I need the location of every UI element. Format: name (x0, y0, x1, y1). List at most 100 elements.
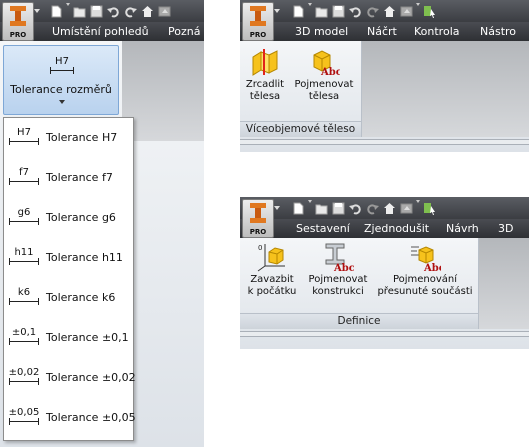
ribbon-tabs: 3D model Náčrt Kontrola Nástro (240, 22, 529, 41)
menu-item-pm01[interactable]: ±0,1 Tolerance ±0,1 (4, 318, 133, 358)
name-bodies-label-2: tělesa (308, 91, 340, 102)
update-icon[interactable] (156, 3, 173, 20)
quick-access-toolbar (48, 3, 173, 20)
new-file-icon[interactable] (290, 200, 307, 217)
select-icon[interactable] (421, 3, 438, 20)
redo-icon[interactable] (122, 3, 139, 20)
update-icon[interactable] (398, 200, 415, 217)
menu-item-g6[interactable]: g6 Tolerance g6 (4, 198, 133, 238)
tab-nastroje[interactable]: Nástro (480, 22, 516, 41)
tolerance-pm002-icon: ±0,02 (8, 367, 40, 387)
select-icon[interactable] (421, 200, 438, 217)
ribbon-body: Zrcadlit tělesa Abc Pojmenovat tělesa Ví… (240, 41, 529, 152)
name-structure-label-2: konstrukci (312, 286, 364, 297)
menu-item-label: Tolerance f7 (46, 171, 113, 184)
name-structure-button[interactable]: Abc Pojmenovat konstrukci (306, 242, 370, 298)
menu-item-pm005[interactable]: ±0,05 Tolerance ±0,05 (4, 398, 136, 438)
redo-icon[interactable] (364, 200, 381, 217)
tolerance-icon-text: H7 (55, 56, 69, 67)
tolerance-pm01-icon: ±0,1 (8, 327, 40, 347)
ribbon-empty-area (362, 41, 529, 137)
logo-label: PRO (249, 31, 267, 39)
menu-item-pm002[interactable]: ±0,02 Tolerance ±0,02 (4, 358, 136, 398)
quick-access-toolbar (290, 3, 438, 20)
update-icon[interactable] (398, 3, 415, 20)
chevron-down-icon[interactable] (308, 3, 312, 6)
mirror-bodies-icon (252, 49, 278, 76)
ribbon-tabs: Sestavení Zjednodušit Návrh 3D (240, 219, 529, 238)
open-folder-icon[interactable] (71, 3, 88, 20)
app-logo-icon (10, 6, 26, 26)
svg-text:0: 0 (258, 244, 262, 252)
mirror-bodies-label-1: Zrcadlit (245, 79, 285, 90)
tab-umisteni-pohledu[interactable]: Umístění pohledů (52, 22, 149, 41)
name-moved-parts-button[interactable]: Abc Pojmenování přesunuté součásti (373, 242, 477, 298)
tolerance-icon: H7 (49, 56, 75, 74)
undo-icon[interactable] (105, 3, 122, 20)
mirror-bodies-label-2: tělesa (249, 91, 281, 102)
chevron-down-icon (59, 100, 65, 104)
save-icon[interactable] (88, 3, 105, 20)
tolerance-button-label: Tolerance rozměrů (10, 83, 112, 96)
tolerance-h7-icon: H7 (8, 127, 40, 147)
home-icon[interactable] (381, 200, 398, 217)
group-label-multibody: Víceobjemové těleso (240, 121, 361, 137)
app-menu-arrow-icon[interactable] (34, 9, 40, 13)
name-moved-parts-icon: Abc (411, 246, 441, 272)
app-logo-button[interactable]: PRO (2, 2, 34, 41)
app-menu-arrow-icon[interactable] (274, 9, 280, 13)
app-logo-button[interactable]: PRO (242, 2, 274, 41)
mirror-bodies-button[interactable]: Zrcadlit tělesa (242, 47, 288, 103)
home-icon[interactable] (139, 3, 156, 20)
new-file-icon[interactable] (290, 3, 307, 20)
menu-item-label: Tolerance H7 (46, 131, 118, 144)
tolerance-button[interactable]: H7 Tolerance rozměrů (3, 45, 119, 115)
tolerance-dropdown-menu: H7 Tolerance H7 f7 Tolerance f7 g6 Toler… (3, 117, 136, 441)
name-structure-icon: Abc (325, 243, 354, 272)
logo-label: PRO (9, 31, 27, 39)
new-file-icon[interactable] (48, 3, 65, 20)
app-logo-button[interactable]: PRO (242, 199, 274, 238)
tab-3d-model[interactable]: 3D model (295, 22, 348, 41)
constrain-to-origin-button[interactable]: 0 Zavazbit k počátku (242, 242, 302, 298)
menu-item-label: Tolerance g6 (46, 211, 116, 224)
menu-item-f7[interactable]: f7 Tolerance f7 (4, 158, 133, 198)
tab-sestaveni[interactable]: Sestavení (296, 219, 350, 238)
save-icon[interactable] (330, 3, 347, 20)
app-logo-icon (250, 6, 266, 26)
svg-text:Abc: Abc (333, 263, 354, 272)
tab-navrh[interactable]: Návrh (446, 219, 479, 238)
menu-item-label: Tolerance ±0,05 (46, 411, 136, 424)
menu-item-label: Tolerance ±0,02 (46, 371, 136, 384)
menu-item-label: Tolerance k6 (46, 291, 116, 304)
chevron-down-icon[interactable] (308, 200, 312, 203)
save-icon[interactable] (330, 200, 347, 217)
home-icon[interactable] (381, 3, 398, 20)
ribbon-bottom-edge (240, 331, 529, 337)
app-menu-arrow-icon[interactable] (274, 206, 280, 210)
tab-zjednodusit[interactable]: Zjednodušit (364, 219, 429, 238)
chevron-down-icon[interactable] (416, 200, 420, 203)
constrain-origin-icon: 0 (257, 244, 285, 272)
chevron-down-icon[interactable] (66, 3, 70, 6)
redo-icon[interactable] (364, 3, 381, 20)
menu-item-h7[interactable]: H7 Tolerance H7 (4, 118, 133, 158)
tab-nacrt[interactable]: Náčrt (367, 22, 397, 41)
menu-item-k6[interactable]: k6 Tolerance k6 (4, 278, 133, 318)
open-folder-icon[interactable] (313, 3, 330, 20)
open-folder-icon[interactable] (313, 200, 330, 217)
tab-3d[interactable]: 3D (498, 219, 513, 238)
panel-multibody: 3D model Náčrt Kontrola Nástro PRO Zrcad… (240, 0, 529, 152)
undo-icon[interactable] (347, 200, 364, 217)
tab-kontrola[interactable]: Kontrola (414, 22, 460, 41)
panel-definition: Sestavení Zjednodušit Návrh 3D PRO 0 Zav… (240, 197, 529, 349)
menu-item-h11[interactable]: h11 Tolerance h11 (4, 238, 133, 278)
svg-text:Abc: Abc (423, 263, 441, 272)
tab-poznamky[interactable]: Pozná (168, 22, 200, 41)
chevron-down-icon[interactable] (416, 3, 420, 6)
ribbon-empty-area (122, 41, 204, 141)
name-bodies-button[interactable]: Abc Pojmenovat tělesa (292, 47, 356, 103)
undo-icon[interactable] (347, 3, 364, 20)
constrain-origin-label-1: Zavazbit (250, 274, 294, 285)
name-moved-parts-label-1: Pojmenování (392, 274, 458, 285)
